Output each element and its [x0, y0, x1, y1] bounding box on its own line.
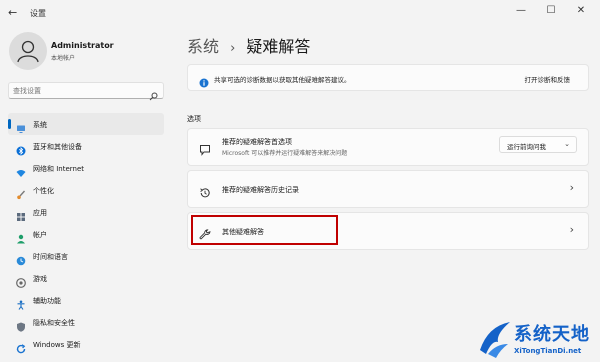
search-box[interactable]: [8, 82, 164, 101]
window-title: 设置: [30, 9, 46, 18]
search-input[interactable]: [13, 84, 143, 97]
card-title: 推荐的疑难解答首选项: [222, 138, 292, 146]
dropdown-selected-value: 运行前询问我: [507, 143, 546, 151]
sidebar-item-label: 游戏: [33, 275, 47, 283]
info-banner-text: 共享可选的诊断数据以获取其他疑难解答建议。: [214, 76, 351, 84]
search-icon[interactable]: [149, 86, 158, 105]
sidebar-item-label: Windows 更新: [33, 341, 81, 349]
avatar[interactable]: [9, 32, 47, 70]
user-silhouette-icon: [17, 40, 39, 63]
sidebar-item-label: 时间和语言: [33, 253, 68, 261]
history-icon: [199, 184, 211, 203]
globe-clock-icon: [16, 251, 26, 266]
card-subtitle: Microsoft 可以推荐并运行疑难解答来解决问题: [222, 150, 348, 157]
sidebar-item-bluetooth[interactable]: 蓝牙和其他设备: [8, 135, 164, 157]
sidebar-item-personalization[interactable]: 个性化: [8, 179, 164, 201]
page-title: 疑难解答: [246, 37, 311, 56]
sidebar-item-label: 应用: [33, 209, 47, 217]
sidebar-item-label: 蓝牙和其他设备: [33, 143, 82, 151]
accessibility-icon: [16, 295, 26, 310]
recommended-preferences-card: 推荐的疑难解答首选项 Microsoft 可以推荐并运行疑难解答来解决问题 运行…: [187, 128, 589, 166]
sidebar-item-apps[interactable]: 应用: [8, 201, 164, 223]
back-arrow-icon[interactable]: ←: [8, 6, 17, 19]
troubleshoot-history-card[interactable]: 推荐的疑难解答历史记录 ›: [187, 170, 589, 208]
watermark-subtitle: XiTongTianDi.net: [514, 347, 582, 355]
update-icon: [16, 339, 26, 354]
person-icon: [16, 229, 26, 244]
wifi-icon: [16, 163, 26, 177]
sidebar-item-label: 个性化: [33, 187, 54, 195]
chevron-right-icon: ›: [569, 223, 574, 236]
selection-indicator: [8, 119, 11, 129]
sidebar-item-accounts[interactable]: 帐户: [8, 223, 164, 245]
sidebar-item-label: 隐私和安全性: [33, 319, 75, 327]
breadcrumb: 系统 › 疑难解答: [187, 33, 310, 57]
close-button[interactable]: ✕: [570, 3, 592, 19]
title-bar: ← 设置 — ☐ ✕: [0, 0, 600, 26]
highlight-box: [191, 215, 338, 245]
sidebar-item-windows-update[interactable]: Windows 更新: [8, 333, 164, 355]
brush-icon: [16, 185, 26, 200]
bird-logo-icon: [480, 322, 510, 358]
sidebar-item-system[interactable]: 系统: [8, 113, 164, 135]
maximize-button[interactable]: ☐: [540, 3, 562, 19]
sidebar-item-gaming[interactable]: 游戏: [8, 267, 164, 289]
sidebar-item-accessibility[interactable]: 辅助功能: [8, 289, 164, 311]
monitor-icon: [16, 119, 26, 133]
breadcrumb-separator: ›: [230, 41, 236, 56]
breadcrumb-parent[interactable]: 系统: [187, 37, 219, 56]
minimize-button[interactable]: —: [510, 3, 532, 19]
chevron-down-icon: ⌄: [564, 140, 570, 148]
gamepad-icon: [16, 273, 26, 288]
bluetooth-icon: [16, 141, 26, 156]
sidebar-item-label: 网络和 Internet: [33, 165, 85, 173]
open-diagnostics-link[interactable]: 打开诊断和反馈: [525, 74, 571, 84]
watermark-logo: 系统天地 XiTongTianDi.net: [478, 318, 600, 362]
card-title: 推荐的疑难解答历史记录: [222, 186, 299, 194]
chevron-right-icon: ›: [569, 181, 574, 194]
sidebar-item-time-language[interactable]: 时间和语言: [8, 245, 164, 267]
sidebar-item-privacy[interactable]: 隐私和安全性: [8, 311, 164, 333]
profile-account-type: 本地帐户: [51, 55, 76, 62]
diagnostics-info-banner: 共享可选的诊断数据以获取其他疑难解答建议。 打开诊断和反馈: [187, 64, 589, 91]
section-title: 选项: [187, 115, 201, 123]
sidebar-item-network[interactable]: 网络和 Internet: [8, 157, 164, 179]
apps-icon: [16, 207, 26, 221]
info-icon: [199, 73, 209, 92]
profile-name: Administrator: [51, 41, 114, 50]
sidebar-item-label: 系统: [33, 121, 47, 129]
shield-icon: [16, 317, 26, 332]
chat-bubble-icon: [199, 141, 211, 160]
sidebar-item-label: 辅助功能: [33, 297, 61, 305]
sidebar-item-label: 帐户: [33, 231, 47, 239]
watermark-title: 系统天地: [514, 324, 590, 345]
troubleshoot-preference-dropdown[interactable]: 运行前询问我 ⌄: [499, 136, 577, 153]
